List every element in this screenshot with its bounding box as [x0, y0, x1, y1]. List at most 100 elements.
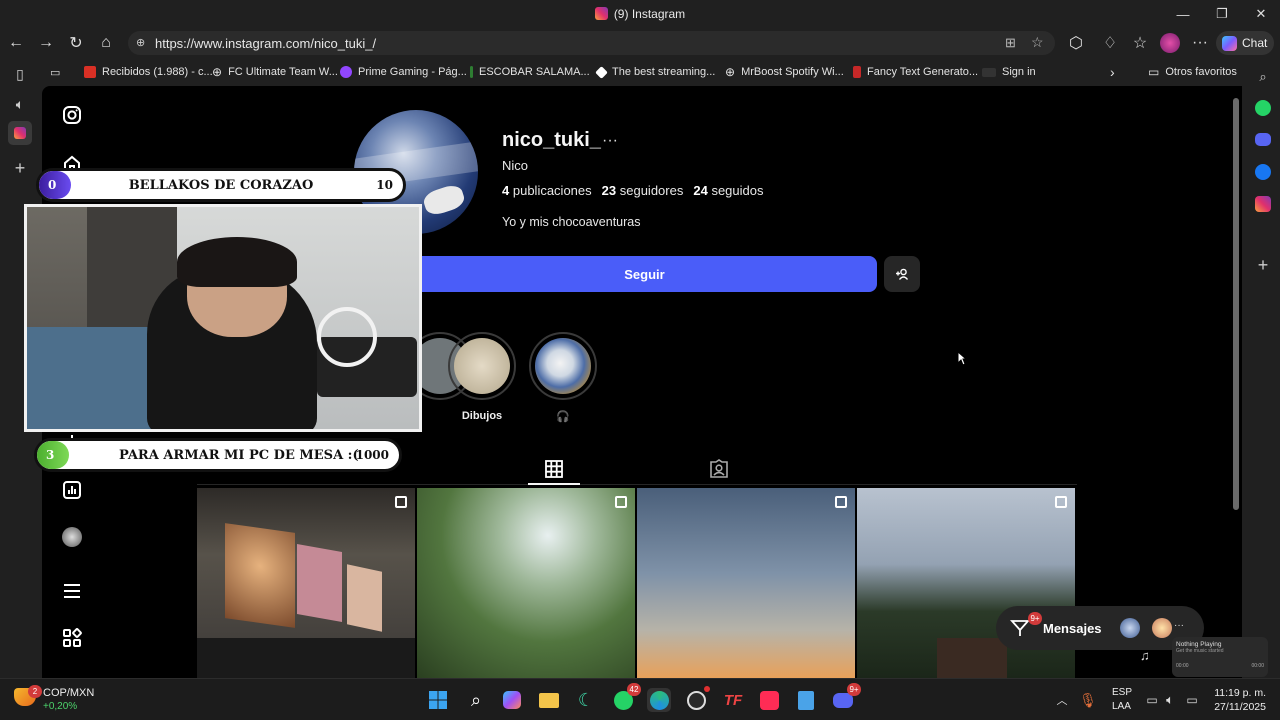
suggested-users-button[interactable] — [884, 256, 920, 292]
bookmark-escobar[interactable]: ESCOBAR SALAMA... — [470, 64, 590, 80]
file-explorer-icon[interactable] — [537, 688, 561, 712]
url-text[interactable]: https://www.instagram.com/nico_tuki_/ — [155, 36, 376, 51]
highlight-headphones[interactable] — [529, 332, 597, 400]
tab-actions-icon[interactable]: ▯ — [8, 62, 32, 86]
whatsapp-taskbar-icon[interactable]: 42 — [611, 683, 641, 712]
stock-widget-badge: 2 — [28, 685, 42, 698]
bookmark-gmail[interactable]: Recibidos (1.988) - c... — [84, 64, 213, 80]
performance-icon[interactable]: ♢ — [1098, 32, 1122, 54]
followers-count[interactable]: 23 seguidores — [602, 183, 684, 198]
music-note-icon[interactable]: ♫ — [1140, 648, 1150, 663]
bookmark-sign-in[interactable]: Sign in — [982, 64, 1036, 80]
dashboard-icon[interactable] — [60, 478, 84, 502]
close-icon[interactable]: ✕ — [1238, 0, 1280, 28]
back-icon[interactable]: ← — [4, 32, 28, 54]
bookmark-fc-ultimate[interactable]: ⊕ FC Ultimate Team W... — [212, 64, 338, 80]
extensions-icon[interactable]: ⬡ — [1064, 32, 1088, 54]
posts-count: 4 publicaciones — [502, 183, 592, 198]
stock-widget-icon[interactable]: 2 — [14, 685, 42, 710]
tab-active-indicator — [528, 483, 580, 485]
mouse-cursor — [957, 351, 967, 366]
tiktok-icon[interactable] — [757, 688, 781, 712]
home-icon[interactable]: ⌂ — [94, 32, 118, 54]
clock-time[interactable]: 11:19 p. m. — [1206, 687, 1266, 699]
goal-top-text: BELLAKOS DE CORAZAO — [128, 177, 314, 193]
instagram-tab[interactable] — [8, 121, 32, 145]
gmail-icon — [84, 66, 96, 78]
messenger-icon: 9+ — [1010, 612, 1042, 638]
sign-in-icon — [982, 67, 996, 77]
bookmark-prime-gaming[interactable]: Prime Gaming - Pág... — [340, 64, 467, 80]
post-thumbnail-3[interactable] — [637, 488, 855, 678]
profile-avatar[interactable] — [1160, 33, 1180, 53]
language-indicator[interactable]: ESP — [1112, 687, 1132, 698]
profile-username: nico_tuki_ — [502, 129, 601, 151]
goal-top-target: 10 — [376, 178, 393, 192]
forward-icon[interactable]: → — [34, 32, 58, 54]
whatsapp-badge: 42 — [627, 683, 641, 696]
more-chats-icon: ··· — [1174, 620, 1184, 631]
tab-posts-grid-icon[interactable] — [544, 459, 564, 479]
reading-list-icon[interactable]: ▭ — [50, 64, 60, 80]
add-sidebar-app-icon[interactable]: + — [1252, 254, 1274, 276]
globe-icon: ⊕ — [212, 65, 223, 79]
window-title: (9) Instagram — [0, 7, 1280, 21]
bookmark-streaming[interactable]: The best streaming... — [595, 64, 715, 80]
app-available-icon[interactable]: ⊞ — [1005, 35, 1016, 51]
edge-taskbar-icon[interactable] — [647, 688, 671, 712]
page-scrollbar[interactable] — [1233, 98, 1239, 510]
prime-gaming-icon — [340, 66, 352, 78]
start-icon[interactable] — [426, 688, 450, 712]
address-bar[interactable]: ⊕ https://www.instagram.com/nico_tuki_/ … — [128, 31, 1055, 55]
volume-icon[interactable]: 🔈︎ — [1158, 688, 1182, 712]
tf-app-icon[interactable]: TF — [721, 688, 745, 712]
new-tab-icon[interactable]: + — [8, 156, 32, 180]
clock-date[interactable]: 27/11/2025 — [1206, 701, 1266, 713]
tab-tagged-icon[interactable] — [709, 459, 729, 479]
show-hidden-icons-chevron-icon[interactable]: ︿ — [1050, 688, 1074, 712]
battery-icon[interactable]: ▭ — [1180, 688, 1204, 712]
more-menu-icon[interactable] — [60, 579, 84, 603]
follow-button[interactable]: Seguir — [412, 256, 877, 292]
whatsapp-icon[interactable] — [1255, 100, 1271, 116]
highlight-dibujos[interactable] — [448, 332, 516, 400]
tabs-divider — [197, 484, 1077, 485]
facebook-icon[interactable] — [1255, 164, 1271, 180]
globe-icon: ⊕ — [725, 65, 736, 79]
copilot-chat-button[interactable]: Chat — [1216, 31, 1274, 55]
instagram-logo-icon[interactable] — [60, 103, 84, 127]
highlight-dibujos-label: Dibujos — [461, 410, 503, 422]
site-info-icon[interactable]: ⊕ — [136, 36, 145, 49]
post-thumbnail-1[interactable] — [197, 488, 415, 678]
profile-options-icon[interactable]: ··· — [602, 132, 618, 150]
more-menu-icon[interactable]: ··· — [1188, 32, 1212, 54]
folder-icon: ▭ — [1148, 65, 1160, 79]
fancy-text-icon — [853, 66, 861, 78]
favorites-icon[interactable]: ☆ — [1128, 32, 1152, 54]
search-icon[interactable]: ⌕ — [1252, 66, 1274, 88]
notepad-icon[interactable] — [794, 688, 818, 712]
obs-icon[interactable] — [684, 686, 710, 712]
instagram-sidebar-icon[interactable] — [1255, 196, 1271, 212]
microphone-icon[interactable]: 🎙︎ — [1076, 688, 1100, 712]
discord-taskbar-icon[interactable]: 9+ — [831, 683, 861, 712]
stock-change: +0,20% — [43, 701, 78, 712]
favorite-star-icon[interactable]: ☆ — [1031, 34, 1044, 51]
bookmark-fancy-text[interactable]: Fancy Text Generato... — [853, 64, 978, 80]
copilot-taskbar-icon[interactable] — [500, 688, 524, 712]
discord-icon[interactable] — [1255, 133, 1271, 146]
edge-dev-icon[interactable]: ☾ — [574, 688, 598, 712]
taskbar-search-icon[interactable]: ⌕ — [464, 688, 488, 712]
speaker-icon[interactable]: 🔈︎ — [8, 92, 32, 116]
profile-nav-icon[interactable] — [60, 525, 84, 549]
following-count[interactable]: 24 seguidos — [693, 183, 763, 198]
bookmark-mrboost[interactable]: ⊕ MrBoost Spotify Wi... — [725, 64, 844, 80]
stock-name[interactable]: COP/MXN — [43, 687, 94, 699]
post-thumbnail-2[interactable] — [417, 488, 635, 678]
keyboard-layout[interactable]: LAA — [1112, 701, 1131, 712]
also-from-meta-icon[interactable] — [60, 626, 84, 650]
refresh-icon[interactable]: ↻ — [64, 32, 88, 54]
other-favorites-folder[interactable]: ▭ Otros favoritos — [1148, 64, 1237, 80]
chevron-right-icon[interactable]: › — [1110, 64, 1115, 80]
title-bar: (9) Instagram — ❐ ✕ — [0, 0, 1280, 28]
